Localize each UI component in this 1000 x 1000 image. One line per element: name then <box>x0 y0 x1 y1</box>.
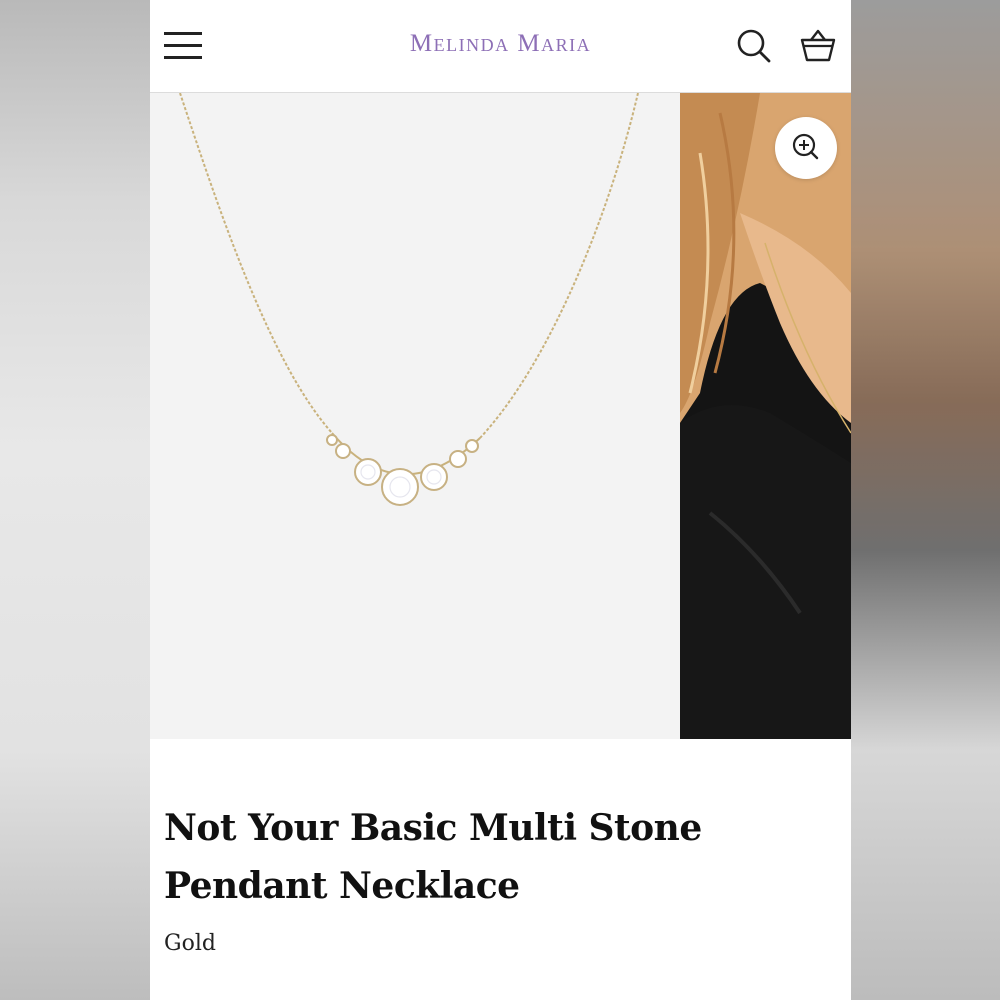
product-title: Not Your Basic Multi Stone Pendant Neckl… <box>164 807 702 907</box>
product-image-model[interactable] <box>680 93 851 739</box>
search-icon <box>737 29 771 63</box>
product-variant: Gold <box>164 931 216 956</box>
product-image-gallery[interactable] <box>150 93 851 739</box>
cart-button[interactable] <box>798 26 838 66</box>
necklace-image <box>179 93 639 506</box>
blurred-background-left <box>0 0 150 1000</box>
model-photo <box>680 93 851 739</box>
zoom-in-icon <box>792 133 819 160</box>
shopping-basket-icon <box>800 29 836 62</box>
site-header: Melinda Maria <box>150 0 851 93</box>
zoom-button[interactable] <box>775 117 837 179</box>
product-info: Not Your Basic Multi Stone Pendant Neckl… <box>150 739 851 1000</box>
blurred-background-right <box>851 0 1000 1000</box>
product-image-necklace[interactable] <box>150 93 680 739</box>
mobile-page: Melinda Maria Not Your Basic Multi Stone… <box>150 0 851 1000</box>
search-button[interactable] <box>734 26 774 66</box>
